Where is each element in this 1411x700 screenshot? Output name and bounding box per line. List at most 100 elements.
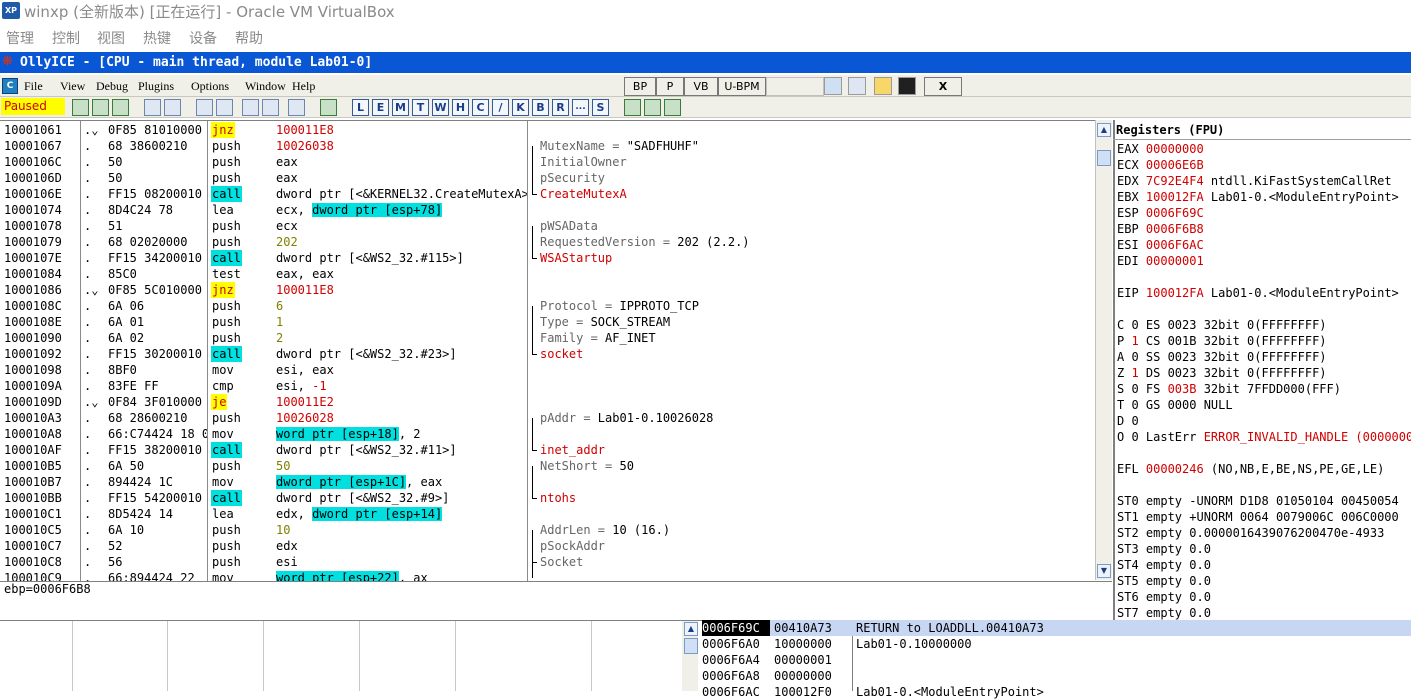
restart-icon[interactable] (72, 99, 89, 116)
jump-marker[interactable]: . (84, 314, 91, 330)
menu-help[interactable]: Help (292, 79, 315, 94)
jump-marker[interactable]: . (84, 138, 91, 154)
menu-window[interactable]: Window (245, 79, 286, 94)
cpu-window-button[interactable]: C (472, 99, 489, 116)
instruction-bytes[interactable]: 83FE FF (108, 378, 207, 394)
register-line[interactable]: EBP 0006F6B8 (1117, 221, 1204, 237)
register-line[interactable]: ST2 empty 0.0000016439076200470e-4933 (1117, 525, 1384, 541)
instruction-address[interactable]: 100010C7 (4, 538, 62, 554)
menu-view[interactable]: View (60, 79, 85, 94)
instruction-bytes[interactable]: FF15 54200010 (108, 490, 207, 506)
instruction-address[interactable]: 10001079 (4, 234, 62, 250)
instruction-operands[interactable]: 202 (276, 234, 527, 250)
register-line[interactable]: A 0 SS 0023 32bit 0(FFFFFFFF) (1117, 349, 1327, 365)
instruction-mnemonic[interactable]: push (211, 554, 242, 570)
instruction-bytes[interactable]: 66:C74424 18 0200 (108, 426, 207, 442)
instruction-operands[interactable]: dword ptr [<&WS2_32.#115>] (276, 250, 527, 266)
references-window-button[interactable]: R (552, 99, 569, 116)
instruction-address[interactable]: 100010C9 (4, 570, 62, 581)
jump-marker[interactable]: . (84, 522, 91, 538)
register-line[interactable]: O 0 LastErr ERROR_INVALID_HANDLE (000000… (1117, 429, 1411, 445)
jump-marker[interactable]: . (84, 154, 91, 170)
stack-scrollbar-thumb[interactable] (684, 638, 698, 654)
instruction-bytes[interactable]: FF15 34200010 (108, 250, 207, 266)
vbox-menu-view[interactable]: 视图 (97, 28, 125, 48)
menu-debug[interactable]: Debug (96, 79, 128, 94)
instruction-address[interactable]: 1000106D (4, 170, 62, 186)
instruction-mnemonic[interactable]: mov (211, 426, 235, 442)
vb-button[interactable]: VB (684, 77, 718, 96)
register-line[interactable]: P 1 CS 001B 32bit 0(FFFFFFFF) (1117, 333, 1327, 349)
instruction-operands[interactable]: edx, dword ptr [esp+14] (276, 506, 527, 522)
instruction-operands[interactable]: esi, -1 (276, 378, 527, 394)
register-line[interactable]: ST5 empty 0.0 (1117, 573, 1211, 589)
register-line[interactable]: D 0 (1117, 413, 1139, 429)
instruction-mnemonic[interactable]: push (211, 234, 242, 250)
register-line[interactable]: ST4 empty 0.0 (1117, 557, 1211, 573)
instruction-address[interactable]: 10001067 (4, 138, 62, 154)
instruction-bytes[interactable]: 68 38600210 (108, 138, 207, 154)
instruction-operands[interactable]: 1 (276, 314, 527, 330)
register-line[interactable]: S 0 FS 003B 32bit 7FFDD000(FFF) (1117, 381, 1341, 397)
instruction-mnemonic[interactable]: push (211, 218, 242, 234)
jump-marker[interactable]: . (84, 506, 91, 522)
instruction-bytes[interactable]: 6A 02 (108, 330, 207, 346)
instruction-mnemonic[interactable]: push (211, 138, 242, 154)
vbox-menu-hotkeys[interactable]: 热键 (143, 28, 171, 48)
jump-marker[interactable]: . (84, 362, 91, 378)
step-over-icon[interactable] (216, 99, 233, 116)
jump-marker[interactable]: . (84, 330, 91, 346)
handles-window-button[interactable]: H (452, 99, 469, 116)
instruction-bytes[interactable]: 894424 1C (108, 474, 207, 490)
instruction-bytes[interactable]: 8BF0 (108, 362, 207, 378)
menu-file[interactable]: File (24, 79, 43, 94)
instruction-operands[interactable]: ecx (276, 218, 527, 234)
instruction-address[interactable]: 1000107E (4, 250, 62, 266)
instruction-operands[interactable]: 10026038 (276, 138, 527, 154)
instruction-address[interactable]: 1000108C (4, 298, 62, 314)
instruction-mnemonic[interactable]: mov (211, 474, 235, 490)
close-icon[interactable]: X (924, 77, 962, 96)
instruction-address[interactable]: 1000106C (4, 154, 62, 170)
instruction-bytes[interactable]: 8D5424 14 (108, 506, 207, 522)
jump-marker[interactable]: . (84, 378, 91, 394)
instruction-operands[interactable]: eax (276, 154, 527, 170)
instruction-mnemonic[interactable]: je (211, 394, 228, 410)
instruction-mnemonic[interactable]: call (211, 250, 242, 266)
instruction-bytes[interactable]: 50 (108, 170, 207, 186)
instruction-address[interactable]: 100010C8 (4, 554, 62, 570)
instruction-bytes[interactable]: 85C0 (108, 266, 207, 282)
disassembly-scrollbar[interactable] (1095, 120, 1112, 580)
instruction-bytes[interactable]: 6A 50 (108, 458, 207, 474)
instruction-mnemonic[interactable]: push (211, 154, 242, 170)
stop-icon[interactable] (112, 99, 129, 116)
instruction-bytes[interactable]: 6A 01 (108, 314, 207, 330)
instruction-mnemonic[interactable]: push (211, 538, 242, 554)
register-line[interactable]: EBX 100012FA Lab01-0.<ModuleEntryPoint> (1117, 189, 1399, 205)
instruction-operands[interactable]: dword ptr [<&WS2_32.#11>] (276, 442, 527, 458)
list-view-icon[interactable] (624, 99, 641, 116)
instruction-address[interactable]: 10001061 (4, 122, 62, 138)
jump-marker[interactable]: . (84, 250, 91, 266)
instruction-operands[interactable]: 50 (276, 458, 527, 474)
register-line[interactable]: ST0 empty -UNORM D1D8 01050104 00450054 (1117, 493, 1399, 509)
instruction-bytes[interactable]: 6A 10 (108, 522, 207, 538)
instruction-address[interactable]: 100010A8 (4, 426, 62, 442)
instruction-operands[interactable]: esi (276, 554, 527, 570)
instruction-address[interactable]: 10001074 (4, 202, 62, 218)
run-icon[interactable] (144, 99, 161, 116)
instruction-bytes[interactable]: 8D4C24 78 (108, 202, 207, 218)
jump-marker[interactable]: . (84, 234, 91, 250)
instruction-operands[interactable]: 2 (276, 330, 527, 346)
jump-marker[interactable]: .⌄ (84, 394, 98, 410)
cpu-window-icon[interactable]: C (2, 78, 18, 94)
menu-options[interactable]: Options (191, 79, 229, 94)
instruction-operands[interactable]: esi, eax (276, 362, 527, 378)
instruction-bytes[interactable]: 68 28600210 (108, 410, 207, 426)
instruction-bytes[interactable]: 66:894424 22 (108, 570, 207, 581)
instruction-mnemonic[interactable]: lea (211, 506, 235, 522)
instruction-address[interactable]: 100010AF (4, 442, 62, 458)
instruction-mnemonic[interactable]: push (211, 314, 242, 330)
instruction-operands[interactable]: dword ptr [<&WS2_32.#9>] (276, 490, 527, 506)
vbox-menu-help[interactable]: 帮助 (235, 28, 263, 48)
